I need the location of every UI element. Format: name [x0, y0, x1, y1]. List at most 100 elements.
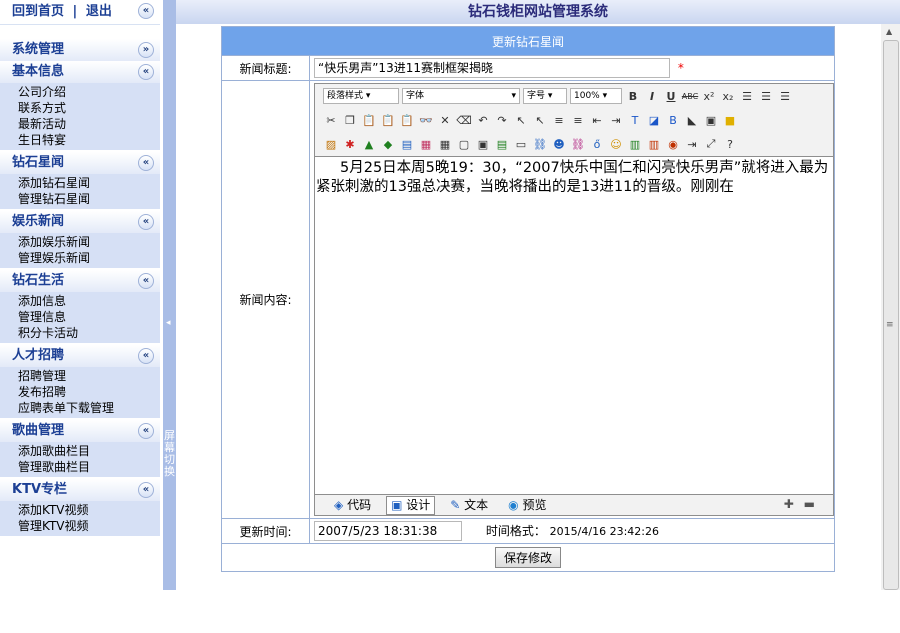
sidebar-item[interactable]: 发布招聘 [18, 384, 160, 400]
sidebar-item[interactable]: 添加娱乐新闻 [18, 234, 160, 250]
toggle-group-icon[interactable]: » [138, 42, 154, 58]
copy-icon[interactable]: ❐ [342, 112, 358, 128]
frame-icon[interactable]: ▣ [703, 112, 719, 128]
sidebar-item[interactable]: 添加钻石星闻 [18, 175, 160, 191]
underline-icon[interactable]: U [663, 88, 679, 104]
insert-frame-icon[interactable]: ▢ [456, 136, 472, 152]
help-icon[interactable]: ? [722, 136, 738, 152]
sidebar-item[interactable]: 招聘管理 [18, 368, 160, 384]
expand-editor-icon[interactable]: ✚ [784, 497, 794, 511]
absolute-position-icon[interactable]: ↖ [532, 112, 548, 128]
vertical-scrollbar[interactable]: ▲ ≡ [881, 24, 900, 590]
mode-design-button[interactable]: ▣ 设计 [386, 495, 436, 515]
insert-marquee-icon[interactable]: ▦ [418, 136, 434, 152]
insert-input-icon[interactable]: ▭ [513, 136, 529, 152]
page-break-icon[interactable]: ⇥ [684, 136, 700, 152]
insert-grid-icon[interactable]: ▦ [437, 136, 453, 152]
sidebar-item[interactable]: 积分卡活动 [18, 325, 160, 341]
remove-link-icon[interactable]: ⛓ [570, 136, 586, 152]
insert-flash-icon[interactable]: ✱ [342, 136, 358, 152]
align-center-icon[interactable]: ☰ [758, 88, 774, 104]
collapse-arrow-icon[interactable]: ◂ [166, 318, 171, 328]
sidebar-group-header[interactable]: 娱乐新闻 « [0, 211, 160, 233]
toggle-group-icon[interactable]: « [138, 482, 154, 498]
home-link[interactable]: 回到首页 [12, 4, 64, 19]
shrink-editor-icon[interactable]: ▬ [804, 497, 815, 511]
font-select[interactable]: 字体 ▾ [402, 88, 520, 104]
toggle-group-icon[interactable]: « [138, 64, 154, 80]
font-color-icon[interactable]: T [627, 112, 643, 128]
sidebar-item[interactable]: 管理歌曲栏目 [18, 459, 160, 475]
mode-code-button[interactable]: ◈ 代码 [329, 496, 376, 515]
highlight-color-icon[interactable]: ◪ [646, 112, 662, 128]
save-button[interactable]: 保存修改 [494, 547, 561, 568]
toggle-group-icon[interactable]: « [138, 214, 154, 230]
insert-table-icon[interactable]: ▤ [399, 136, 415, 152]
insert-media-icon[interactable]: ▲ [361, 136, 377, 152]
ordered-list-icon[interactable]: ≡ [551, 112, 567, 128]
paste-icon[interactable]: 📋 [361, 112, 377, 128]
select-icon[interactable]: ↖ [513, 112, 529, 128]
title-input[interactable] [314, 58, 670, 78]
scroll-thumb[interactable] [883, 40, 899, 590]
align-right-icon[interactable]: ☰ [777, 88, 793, 104]
toggle-group-icon[interactable]: « [138, 273, 154, 289]
time-input[interactable] [314, 521, 462, 541]
sidebar-item[interactable]: 管理信息 [18, 309, 160, 325]
editor-content-area[interactable]: 5月25日本周5晚19：30，“2007快乐中国仁和闪亮快乐男声”就将进入最为紧… [315, 156, 833, 495]
scroll-up-icon[interactable]: ▲ [886, 27, 892, 36]
insert-image-icon[interactable]: ▨ [323, 136, 339, 152]
sidebar-item[interactable]: 联系方式 [18, 100, 160, 116]
format-brush-icon[interactable]: ◣ [684, 112, 700, 128]
fullscreen-icon[interactable]: ⤢ [703, 136, 719, 152]
toggle-group-icon[interactable]: « [138, 155, 154, 171]
bold-icon[interactable]: B [625, 88, 641, 104]
sidebar-item[interactable]: 管理娱乐新闻 [18, 250, 160, 266]
zoom-select[interactable]: 100% ▾ [570, 88, 622, 104]
sidebar-item[interactable]: 应聘表单下载管理 [18, 400, 160, 416]
outdent-icon[interactable]: ⇤ [589, 112, 605, 128]
sidebar-group-header[interactable]: 人才招聘 « [0, 345, 160, 367]
unordered-list-icon[interactable]: ≡ [570, 112, 586, 128]
sidebar-item[interactable]: 管理KTV视频 [18, 518, 160, 534]
insert-form-icon[interactable]: ▣ [475, 136, 491, 152]
sidebar-item[interactable]: 添加KTV视频 [18, 502, 160, 518]
screen-switch-label[interactable]: 屏幕切换 [163, 430, 176, 478]
sidebar-group-header[interactable]: 系统管理 » [0, 39, 160, 61]
sidebar-item[interactable]: 生日特宴 [18, 132, 160, 148]
cut-icon[interactable]: ✂ [323, 112, 339, 128]
sidebar-group-header[interactable]: 基本信息 « [0, 61, 160, 83]
subscript-icon[interactable]: x₂ [720, 88, 736, 104]
align-left-icon[interactable]: ☰ [739, 88, 755, 104]
insert-hr-icon[interactable]: ▤ [494, 136, 510, 152]
background-color-icon[interactable]: B [665, 112, 681, 128]
special-char-icon[interactable]: ő [589, 136, 605, 152]
logout-link[interactable]: 退出 [86, 4, 112, 19]
insert-user-icon[interactable]: ☻ [551, 136, 567, 152]
sidebar-group-header[interactable]: 钻石星闻 « [0, 152, 160, 174]
paste-word-icon[interactable]: 📋 [399, 112, 415, 128]
paste-text-icon[interactable]: 📋 [380, 112, 396, 128]
indent-icon[interactable]: ⇥ [608, 112, 624, 128]
panel-splitter[interactable]: ◂ 屏幕切换 [163, 0, 176, 590]
insert-date-icon[interactable]: ▥ [646, 136, 662, 152]
collapse-all-icon[interactable]: « [138, 3, 154, 19]
sidebar-item[interactable]: 最新活动 [18, 116, 160, 132]
insert-time-icon[interactable]: ◉ [665, 136, 681, 152]
sidebar-group-header[interactable]: 歌曲管理 « [0, 420, 160, 442]
sidebar-item[interactable]: 添加歌曲栏目 [18, 443, 160, 459]
sidebar-item[interactable]: 添加信息 [18, 293, 160, 309]
find-icon[interactable]: 👓 [418, 112, 434, 128]
sidebar-item[interactable]: 公司介绍 [18, 84, 160, 100]
sidebar-group-header[interactable]: 钻石生活 « [0, 270, 160, 292]
toggle-group-icon[interactable]: « [138, 348, 154, 364]
undo-icon[interactable]: ↶ [475, 112, 491, 128]
sidebar-group-header[interactable]: KTV专栏 « [0, 479, 160, 501]
insert-link-icon[interactable]: ⛓ [532, 136, 548, 152]
mode-text-button[interactable]: ✎ 文本 [445, 496, 493, 515]
toggle-group-icon[interactable]: « [138, 423, 154, 439]
insert-anchor-icon[interactable]: ◆ [380, 136, 396, 152]
insert-chart-icon[interactable]: ▥ [627, 136, 643, 152]
eraser-icon[interactable]: ⌫ [456, 112, 472, 128]
paragraph-style-select[interactable]: 段落样式 ▾ [323, 88, 399, 104]
